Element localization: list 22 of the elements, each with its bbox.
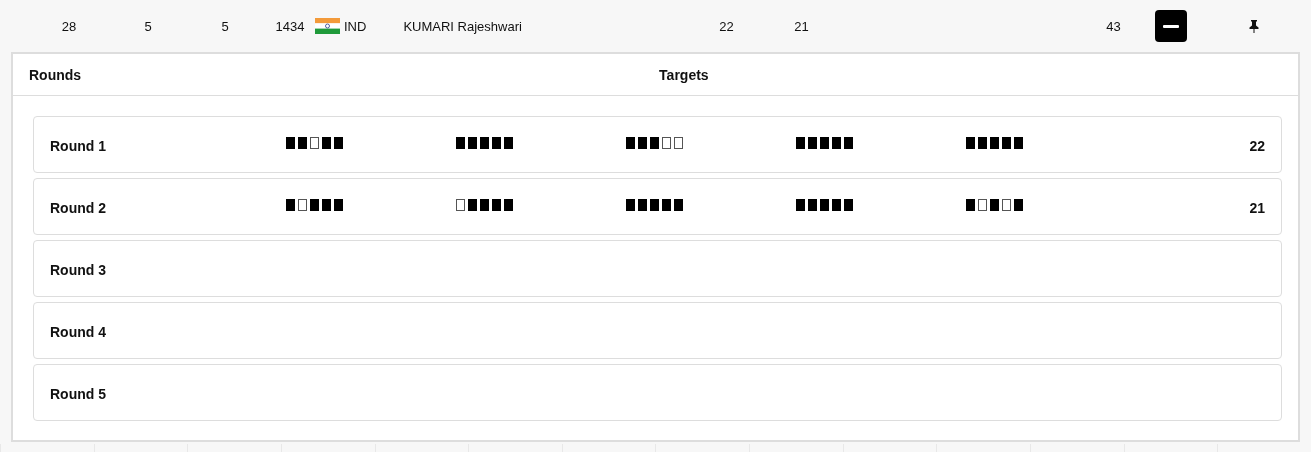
pin-icon[interactable] [1249, 19, 1260, 33]
country-code: IND [344, 18, 367, 34]
flag-icon [315, 18, 340, 34]
table-cell-text: 21 [793, 18, 810, 34]
table-cell-text: 1434 [274, 18, 306, 34]
round-label: Round 3 [50, 261, 107, 278]
round-score: 21 [1249, 199, 1265, 216]
table-cell-text: 5 [143, 18, 153, 34]
column-header: Targets [659, 66, 709, 83]
round-label: Round 2 [50, 199, 107, 216]
collapse-button[interactable] [1155, 10, 1188, 42]
column-header: Rounds [29, 66, 82, 83]
minus-icon [1163, 24, 1180, 28]
round-label: Round 5 [50, 385, 107, 402]
round-score: 22 [1249, 137, 1265, 154]
table-cell-text: 22 [718, 18, 735, 34]
table-cell-text: 43 [1105, 18, 1122, 34]
athlete-name: KUMARI Rajeshwari [403, 18, 523, 34]
table-cell-text: 28 [60, 18, 78, 34]
table-cell-text: 5 [220, 18, 230, 34]
round-label: Round 1 [50, 137, 107, 154]
round-label: Round 4 [50, 323, 107, 340]
